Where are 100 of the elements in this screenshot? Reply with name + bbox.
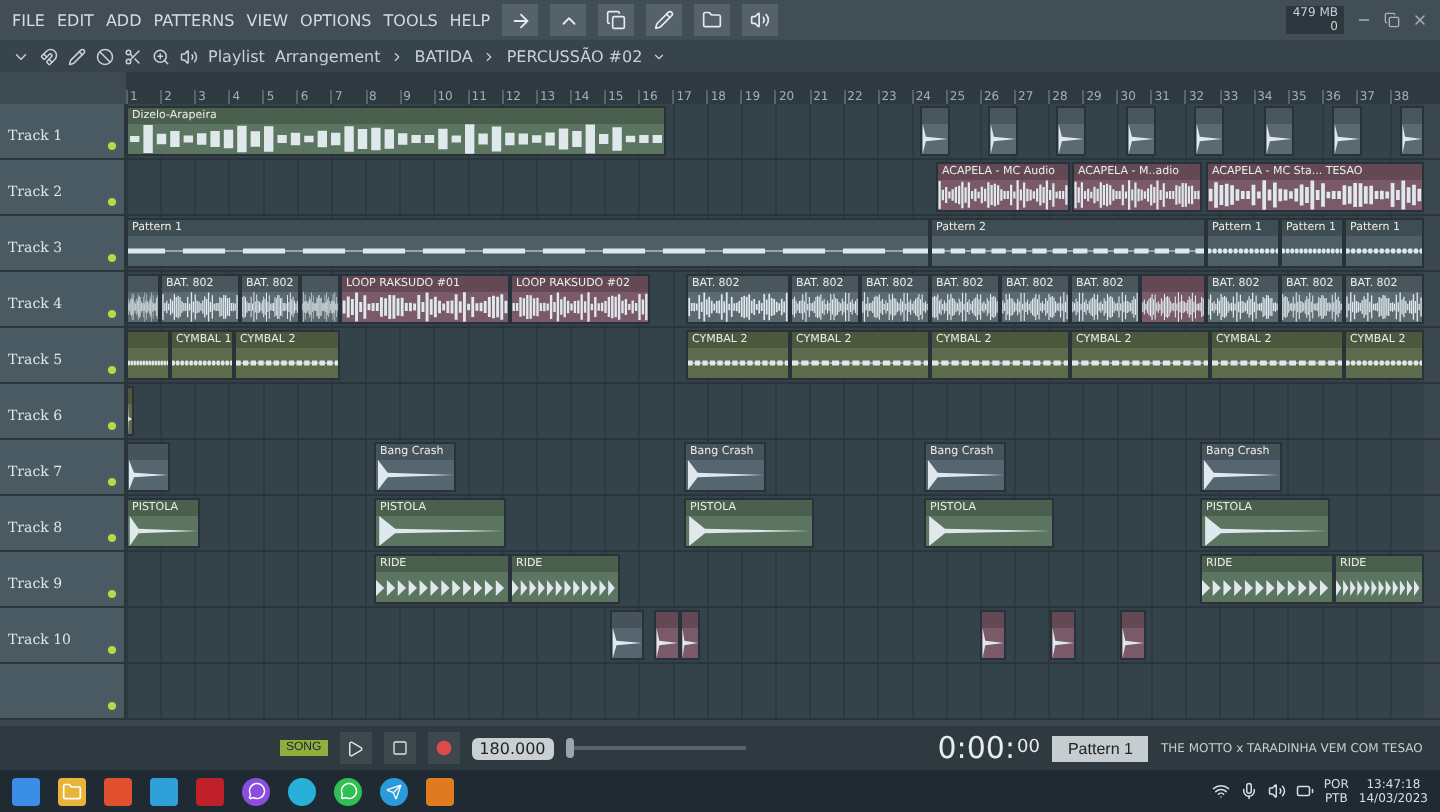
zoom-icon[interactable] [152, 47, 170, 65]
menu-item[interactable]: VIEW [246, 11, 289, 29]
pulse-train-drawing [1336, 579, 1422, 595]
decay-waveform-drawing [1402, 124, 1422, 154]
pulse-train-drawing [376, 579, 508, 595]
track-led[interactable] [108, 646, 116, 654]
menu-item[interactable]: PATTERNS [153, 11, 235, 29]
waveform-drawing [161, 292, 238, 322]
waveform-drawing [512, 292, 648, 322]
slider-thumb[interactable] [566, 738, 575, 758]
clip[interactable] [1120, 610, 1146, 660]
menu-item[interactable]: OPTIONS [300, 11, 372, 29]
decay-waveform-drawing [982, 628, 1004, 658]
app-icon[interactable] [426, 777, 454, 805]
clip[interactable] [654, 610, 680, 660]
track-led[interactable] [108, 310, 116, 318]
pattern-selector[interactable]: Pattern 1 [1051, 735, 1149, 761]
speaker-icon[interactable] [180, 47, 198, 65]
menu-item[interactable]: ADD [105, 11, 142, 29]
decay-waveform-drawing [1128, 124, 1154, 154]
messenger-icon[interactable] [242, 777, 270, 805]
track-led[interactable] [108, 534, 116, 542]
folder-icon[interactable] [58, 777, 86, 805]
note-strip-drawing [172, 360, 232, 366]
clip[interactable] [980, 610, 1006, 660]
track-led[interactable] [108, 142, 116, 150]
note-strip-drawing [792, 360, 928, 366]
menu-item[interactable]: TOOLS [383, 11, 438, 29]
stop-button[interactable] [383, 732, 416, 764]
pencil-icon[interactable] [68, 47, 86, 65]
clip[interactable] [680, 610, 700, 660]
menu-item[interactable]: HELP [449, 11, 491, 29]
note-strip-drawing [1346, 248, 1422, 254]
clip[interactable] [1126, 106, 1156, 156]
clip[interactable] [988, 106, 1018, 156]
time-fraction: 00 [1017, 738, 1040, 758]
clip[interactable] [1332, 106, 1362, 156]
clip[interactable] [126, 330, 170, 380]
waveform-drawing [938, 180, 1068, 210]
waveform-drawing [792, 292, 858, 322]
note-strip-drawing [1346, 360, 1422, 366]
app-icon[interactable] [196, 777, 224, 805]
stop-icon [391, 740, 408, 756]
clip[interactable] [1400, 106, 1424, 156]
clip[interactable] [300, 274, 340, 324]
wifi-icon[interactable] [1211, 782, 1230, 800]
note-strip-drawing [1281, 248, 1342, 254]
battery-icon[interactable] [1295, 782, 1314, 800]
scissors-icon[interactable] [124, 47, 142, 65]
track-led[interactable] [108, 422, 116, 430]
clip[interactable] [1263, 106, 1294, 156]
decay-waveform-drawing [1334, 124, 1360, 154]
waveform-drawing [1346, 292, 1422, 322]
waveform-drawing [302, 292, 338, 322]
track-led[interactable] [108, 198, 116, 206]
magnet-icon[interactable] [40, 47, 58, 65]
note-strip-drawing [1208, 248, 1278, 254]
tempo-display[interactable]: 180.000 [471, 737, 554, 759]
dropdown-icon[interactable] [652, 49, 667, 63]
breadcrumb[interactable]: Arrangement [274, 47, 381, 65]
clip[interactable] [126, 274, 160, 324]
decay-waveform-drawing [990, 124, 1016, 154]
clip[interactable] [920, 106, 950, 156]
breadcrumb[interactable]: BATIDA [414, 47, 473, 65]
note-strip-drawing [128, 360, 168, 366]
windows-logo-icon[interactable] [12, 777, 40, 805]
app-icon[interactable] [150, 777, 178, 805]
clip[interactable] [1140, 274, 1206, 324]
mic-icon[interactable] [1239, 782, 1258, 800]
chevron-icon [482, 49, 497, 63]
waveform-drawing [1002, 292, 1068, 322]
clip[interactable] [610, 610, 644, 660]
chevron-icon [390, 49, 405, 63]
waveform-drawing [932, 292, 998, 322]
close-icon[interactable] [1412, 12, 1428, 28]
track-led[interactable] [108, 590, 116, 598]
waveform-drawing [128, 292, 158, 322]
menu-item[interactable]: EDIT [56, 11, 94, 29]
note-strip-drawing [932, 360, 1068, 366]
waveform-drawing [1072, 292, 1138, 322]
chat-icon[interactable] [334, 777, 362, 805]
clip[interactable] [1050, 610, 1076, 660]
track-led[interactable] [108, 366, 116, 374]
track-led[interactable] [108, 702, 116, 710]
mute-tool-icon[interactable] [96, 47, 114, 65]
restore-icon[interactable] [1384, 12, 1400, 28]
clip[interactable] [126, 386, 134, 436]
breadcrumb[interactable]: PERCUSSÃO #02 [506, 47, 643, 65]
track-led[interactable] [108, 478, 116, 486]
send-icon[interactable] [380, 777, 408, 805]
track-led[interactable] [108, 254, 116, 262]
waveform-drawing [862, 292, 928, 322]
pulse-train-drawing [512, 579, 618, 595]
menu-item[interactable]: FILE [12, 11, 45, 29]
record-button[interactable] [427, 732, 460, 764]
clip[interactable] [1194, 106, 1224, 156]
clip[interactable] [126, 442, 170, 492]
play-button[interactable] [339, 732, 372, 764]
clip[interactable] [1056, 106, 1086, 156]
volume-icon[interactable] [1267, 782, 1286, 800]
